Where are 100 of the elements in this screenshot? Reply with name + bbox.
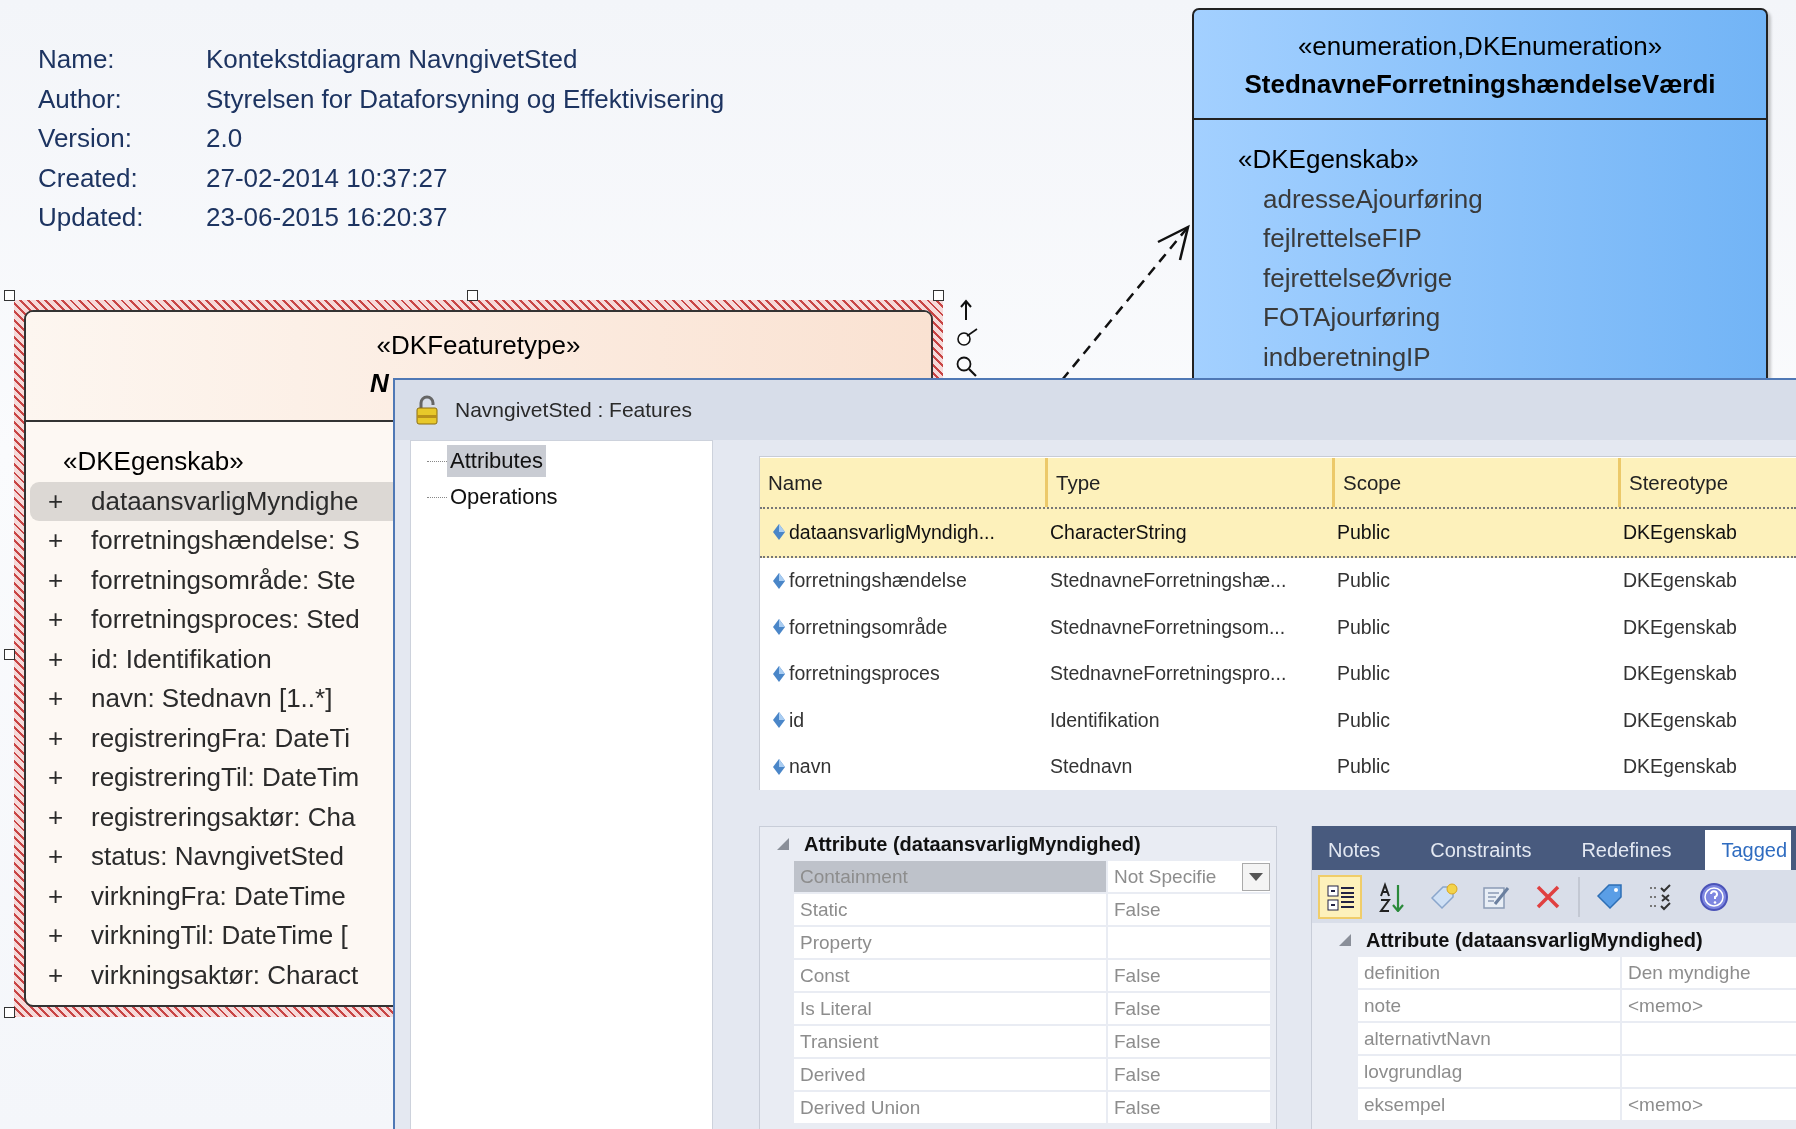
info-value: Styrelsen for Dataforsyning og Effektivisering <box>206 83 725 115</box>
attribute-text: forretningshændelse: S <box>91 524 360 557</box>
table-cell-text: DKEgenskab <box>1622 708 1738 732</box>
attribute-text: registreringsaktør: Cha <box>91 800 356 834</box>
tag-stack-icon <box>1595 881 1625 912</box>
arrow-up-icon[interactable] <box>958 299 974 321</box>
enum-literal: indberetningIP <box>1262 340 1432 374</box>
visibility-marker: + <box>48 682 65 715</box>
collapse-triangle-icon[interactable] <box>776 837 790 851</box>
collapse-triangle-icon[interactable] <box>1338 933 1352 947</box>
property-name: Property <box>794 927 1106 958</box>
help-icon <box>1699 881 1729 912</box>
tree-item[interactable]: Operations <box>447 481 561 513</box>
tab[interactable]: Redefines <box>1565 830 1688 870</box>
visibility-marker: + <box>48 524 65 557</box>
dropdown-button[interactable] <box>1242 862 1270 891</box>
attribute-text: virkningTil: DateTime [ <box>91 919 348 952</box>
table-cell-text: DKEgenskab <box>1622 755 1738 779</box>
property-name: eksempel <box>1358 1089 1620 1120</box>
attribute-icon <box>772 711 786 730</box>
table-row[interactable]: dataansvarligMyndigh... CharacterString Public DKEgenskab <box>760 509 1796 558</box>
section-stereotype: «DKEgenskab» <box>1238 143 1420 176</box>
visibility-marker: + <box>48 642 65 676</box>
property-name: definition <box>1358 957 1620 988</box>
attribute-text: dataansvarligMyndighe <box>91 484 359 518</box>
attribute-text: registreringTil: DateTim <box>91 761 360 794</box>
enum-literal: adresseAjourføring <box>1262 182 1484 216</box>
attribute-icon <box>772 523 786 542</box>
property-value: False <box>1108 1092 1270 1123</box>
table-cell: navn <box>789 755 832 779</box>
resize-handle[interactable] <box>4 1007 15 1018</box>
tree-item[interactable]: Attributes <box>447 445 546 477</box>
visibility-marker: + <box>48 563 65 597</box>
toolbar-button[interactable] <box>1318 874 1362 919</box>
attribute-icon <box>772 664 786 683</box>
table-cell: forretningshændelse <box>789 569 967 593</box>
table-cell-text: Stednavn <box>1049 755 1134 779</box>
attribute-icon <box>772 618 786 637</box>
property-name: Containment <box>794 861 1106 892</box>
dialog-title: NavngivetSted : Features <box>455 398 692 422</box>
attribute-text: virkningsaktør: Charact <box>91 958 359 992</box>
property-value: Den myndighe <box>1622 957 1796 988</box>
property-name: alternativtNavn <box>1358 1023 1620 1054</box>
search-icon[interactable] <box>955 355 977 377</box>
visibility-marker: + <box>48 761 65 794</box>
table-cell-text: DKEgenskab <box>1622 520 1738 544</box>
table-cell-text: DKEgenskab <box>1622 569 1738 593</box>
table-cell-text: DKEgenskab <box>1622 615 1738 639</box>
property-value: False <box>1108 993 1270 1024</box>
table-cell: id <box>789 708 805 732</box>
resize-handle[interactable] <box>4 649 15 660</box>
attribute-icon <box>772 571 786 590</box>
table-cell-text: StednavneForretningshæ... <box>1049 569 1288 593</box>
property-value: False <box>1108 960 1270 991</box>
table-cell-text: Public <box>1336 520 1392 544</box>
property-name: Transient <box>794 1026 1106 1057</box>
resize-handle[interactable] <box>467 290 478 301</box>
table-cell-text: Public <box>1336 615 1392 639</box>
property-name: Derived Union <box>794 1092 1106 1123</box>
column-header[interactable]: Name <box>760 458 1045 507</box>
padlock-icon <box>415 395 439 425</box>
info-value: 2.0 <box>206 123 244 155</box>
enum-literal: fejrettelseØvrige <box>1262 261 1454 295</box>
property-name: lovgrundlag <box>1358 1056 1620 1087</box>
tab[interactable]: Notes <box>1312 830 1397 870</box>
table-cell: dataansvarligMyndigh... <box>789 520 995 544</box>
class-name: StednavneForretningshændelseVærdi <box>1244 68 1716 101</box>
visibility-marker: + <box>48 840 65 873</box>
property-name: Static <box>794 894 1106 925</box>
attribute-text: forretningsproces: Sted <box>91 603 360 636</box>
tab[interactable]: Constraints <box>1414 830 1548 870</box>
visibility-marker: + <box>48 603 65 636</box>
table-cell-text: Identifikation <box>1049 708 1161 732</box>
table-cell: forretningsproces <box>789 662 940 686</box>
attribute-text: id: Identifikation <box>91 642 272 676</box>
resize-handle[interactable] <box>4 290 15 301</box>
class-name: N <box>370 367 389 400</box>
visibility-marker: + <box>48 721 65 755</box>
info-label: Version: <box>38 123 133 155</box>
property-value: False <box>1108 1059 1270 1090</box>
property-value: False <box>1108 894 1270 925</box>
table-cell-text: StednavneForretningspro... <box>1049 662 1288 686</box>
resize-handle[interactable] <box>933 290 944 301</box>
visibility-marker: + <box>48 800 65 834</box>
property-name: note <box>1358 990 1620 1021</box>
pen-icon[interactable] <box>955 327 979 347</box>
info-value: 27-02-2014 10:37:27 <box>206 162 449 194</box>
visibility-marker: + <box>48 919 65 952</box>
tab[interactable]: Tagged <box>1705 830 1792 870</box>
attribute-icon <box>772 757 786 776</box>
table-cell-text: StednavneForretningsom... <box>1049 615 1287 639</box>
section-stereotype: «DKEgenskab» <box>63 445 244 478</box>
table-cell-text: Public <box>1336 662 1392 686</box>
attribute-text: forretningsområde: Ste <box>91 563 356 597</box>
property-value: False <box>1108 1026 1270 1057</box>
property-value: <memo> <box>1622 1089 1796 1120</box>
caret-icon <box>1249 872 1263 881</box>
table-cell-text: CharacterString <box>1049 520 1188 544</box>
visibility-marker: + <box>48 879 65 913</box>
table-cell: forretningsområde <box>789 615 948 639</box>
